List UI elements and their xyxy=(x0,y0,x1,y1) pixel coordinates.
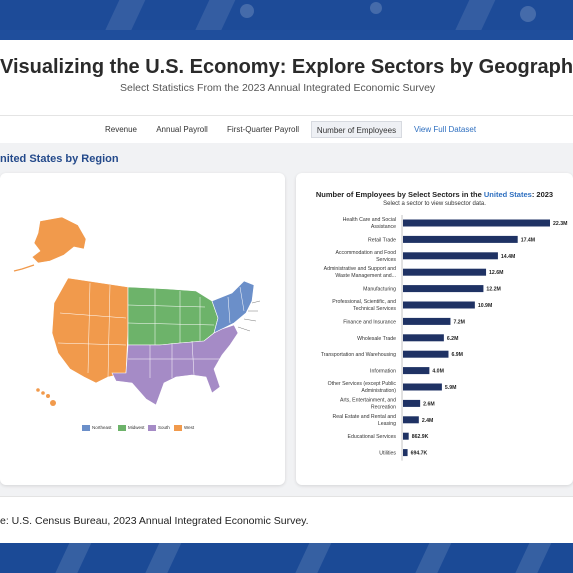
category-label: Utilities xyxy=(379,451,396,457)
source-note: e: U.S. Census Bureau, 2023 Annual Integ… xyxy=(0,515,309,527)
value-label: 17.4M xyxy=(521,237,535,243)
value-label: 862.9K xyxy=(412,434,429,440)
category-label: Administrative and Support and xyxy=(324,266,396,272)
page-subtitle: Select Statistics From the 2023 Annual I… xyxy=(120,82,436,94)
category-label: Manufacturing xyxy=(363,287,396,293)
bar[interactable] xyxy=(403,399,421,407)
tab-first-quarter-payroll[interactable]: First-Quarter Payroll xyxy=(224,121,302,138)
category-label: Recreation xyxy=(371,404,396,410)
page-title: Visualizing the U.S. Economy: Explore Se… xyxy=(0,56,573,78)
bar[interactable] xyxy=(403,252,498,260)
legend-northeast: Northeast xyxy=(82,425,112,433)
legend-midwest: Midwest xyxy=(118,425,145,433)
bar[interactable] xyxy=(403,219,550,227)
category-label: Administration) xyxy=(361,388,396,394)
category-label: Assistance xyxy=(371,224,396,230)
category-label: Technical Services xyxy=(353,306,396,312)
bar[interactable] xyxy=(403,301,475,309)
category-label: Finance and Insurance xyxy=(343,319,396,325)
category-label: Wholesale Trade xyxy=(357,336,396,342)
category-label: Health Care and Social xyxy=(343,217,396,223)
category-label: Other Services (except Public xyxy=(328,381,397,387)
legend-south: South xyxy=(148,425,170,433)
category-label: Services xyxy=(376,257,396,263)
bar[interactable] xyxy=(403,449,408,457)
alaska-tail xyxy=(13,264,35,272)
value-label: 2.4M xyxy=(422,418,434,424)
value-label: 7.2M xyxy=(453,319,465,325)
category-label: Leasing xyxy=(378,421,396,427)
bar[interactable] xyxy=(403,317,451,325)
tab-number-of-employees[interactable]: Number of Employees xyxy=(311,121,402,138)
view-full-dataset-link[interactable]: View Full Dataset xyxy=(410,121,480,138)
sector-chart-card: Number of Employees by Select Sectors in… xyxy=(296,173,573,485)
value-label: 2.6M xyxy=(423,401,435,407)
value-label: 4.0M xyxy=(432,369,444,375)
banner-bottom xyxy=(0,543,573,573)
category-label: Accommodation and Food xyxy=(335,250,396,256)
bar[interactable] xyxy=(403,432,409,440)
region-map-card: Northeast Midwest South West xyxy=(0,173,285,485)
map-panel-title: nited States by Region xyxy=(0,153,119,165)
bar[interactable] xyxy=(403,268,487,276)
tab-bar: Revenue Annual Payroll First-Quarter Pay… xyxy=(0,115,573,143)
category-label: Retail Trade xyxy=(368,237,396,243)
bar[interactable] xyxy=(403,334,444,342)
category-label: Educational Services xyxy=(348,434,397,440)
banner-top xyxy=(0,0,573,30)
main-page: Visualizing the U.S. Economy: Explore Se… xyxy=(0,40,573,543)
value-label: 6.2M xyxy=(447,336,459,342)
bar[interactable] xyxy=(403,416,419,424)
value-label: 10.9M xyxy=(478,303,492,309)
category-label: Real Estate and Rental and xyxy=(333,414,397,420)
category-label: Information xyxy=(370,369,396,375)
employees-bar-chart[interactable]: Health Care and SocialAssistance 22.3M Ret… xyxy=(296,173,573,485)
category-label: Transportation and Warehousing xyxy=(321,352,396,358)
tab-revenue[interactable]: Revenue xyxy=(100,121,142,138)
content-area: nited States by Region Northeast Midwest… xyxy=(0,143,573,496)
bar[interactable] xyxy=(403,367,430,375)
us-region-map[interactable] xyxy=(0,173,285,485)
tab-annual-payroll[interactable]: Annual Payroll xyxy=(152,121,212,138)
value-label: 22.3M xyxy=(553,221,567,227)
bar[interactable] xyxy=(403,235,518,243)
value-label: 12.6M xyxy=(489,270,503,276)
value-label: 694.7K xyxy=(411,451,428,457)
divider xyxy=(0,496,573,497)
value-label: 14.4M xyxy=(501,254,515,260)
value-label: 5.9M xyxy=(445,385,457,391)
bar[interactable] xyxy=(403,350,449,358)
category-label: Waste Management and... xyxy=(335,273,396,279)
legend-west: West xyxy=(174,425,194,433)
bar[interactable] xyxy=(403,383,442,391)
bar[interactable] xyxy=(403,285,484,293)
midwest-region xyxy=(127,286,219,346)
value-label: 6.9M xyxy=(451,352,463,358)
category-label: Professional, Scientific, and xyxy=(332,299,396,305)
alaska-state xyxy=(31,216,87,264)
value-label: 12.2M xyxy=(486,287,500,293)
category-label: Arts, Entertainment, and xyxy=(340,397,396,403)
